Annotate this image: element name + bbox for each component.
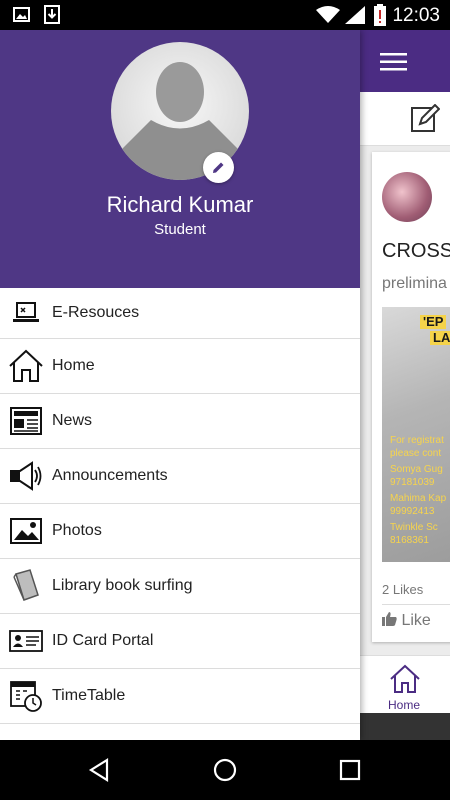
menu-item-news[interactable]: News [0,394,360,449]
background-app: CROSS prelimina 'EP LA For registrat ple… [360,30,450,740]
likes-count: 2 Likes [382,582,424,597]
download-notification-icon [44,5,60,24]
post-title: CROSS [382,240,450,262]
background-bottom-bar [360,713,450,740]
book-icon [0,559,52,614]
wifi-icon [316,6,340,23]
menu-item-e-resources[interactable]: E-Resouces [0,288,360,339]
like-label: Like [401,612,431,629]
status-time: 12:03 [392,5,440,26]
drawer-header: Richard Kumar Student [0,30,360,288]
post-author-avatar [382,172,432,222]
system-navigation-bar [0,740,450,800]
image-notification-icon [13,7,30,22]
thumbs-up-icon [382,612,397,626]
menu-item-photos[interactable]: Photos [0,504,360,559]
menu-label: Library book surfing [52,577,193,594]
post-card[interactable]: CROSS prelimina 'EP LA For registrat ple… [372,152,450,642]
laptop-icon [0,286,52,341]
background-toolbar [360,92,450,146]
edit-profile-button[interactable] [203,152,234,183]
menu-label: News [52,412,93,429]
poster-line: Mahima Kap [390,493,447,504]
post-image: 'EP LA For registrat please cont Somya G… [382,307,450,562]
menu-item-library[interactable]: Library book surfing [0,559,360,614]
menu-item-id-card[interactable]: ID Card Portal [0,614,360,669]
poster-heading-2: LA [430,331,450,345]
home-icon [0,339,52,394]
navigation-drawer: Richard Kumar Student E-Resouces Home Ne… [0,30,360,740]
pencil-icon [213,162,224,173]
drawer-menu: E-Resouces Home News Announcements Photo… [0,288,360,724]
home-nav-icon[interactable] [389,664,421,694]
menu-label: TimeTable [52,687,126,704]
megaphone-icon [0,449,52,504]
newspaper-icon [0,394,52,449]
menu-item-announcements[interactable]: Announcements [0,449,360,504]
poster-line: 8168361 [390,535,429,546]
like-button[interactable]: Like [382,612,431,630]
home-circle-icon[interactable] [213,758,237,782]
menu-label: E-Resouces [52,304,140,321]
post-subtitle: prelimina [382,275,447,292]
menu-label: Home [52,357,95,374]
menu-label: ID Card Portal [52,632,154,649]
menu-label: Photos [52,522,102,539]
profile-name: Richard Kumar [106,192,254,217]
menu-item-home[interactable]: Home [0,339,360,394]
screen: 12:03 CROSS prelimina 'EP LA For registr… [0,0,450,800]
poster-line: 97181039 [390,477,435,488]
signal-icon [345,6,365,24]
menu-item-timetable[interactable]: TimeTable [0,669,360,724]
poster-line: Twinkle Sc [390,522,438,533]
profile-role: Student [154,221,206,238]
bottom-navigation: Home [360,655,450,713]
card-divider [382,604,450,605]
poster-line: 99992413 [390,506,435,517]
poster-line: please cont [390,448,442,459]
photo-icon [0,504,52,559]
back-icon[interactable] [88,758,110,782]
battery-low-icon [374,4,386,26]
calendar-clock-icon [0,669,52,724]
id-card-icon [0,614,52,669]
poster-heading: 'EP [420,315,447,329]
recents-icon[interactable] [339,759,361,781]
background-app-bar [360,30,450,92]
home-nav-label[interactable]: Home [388,698,420,712]
hamburger-menu-icon[interactable] [380,52,408,72]
compose-icon[interactable] [410,104,440,134]
poster-line: Somya Gug [390,464,443,475]
menu-label: Announcements [52,467,168,484]
status-bar: 12:03 [0,0,450,30]
poster-line: For registrat [390,435,444,446]
